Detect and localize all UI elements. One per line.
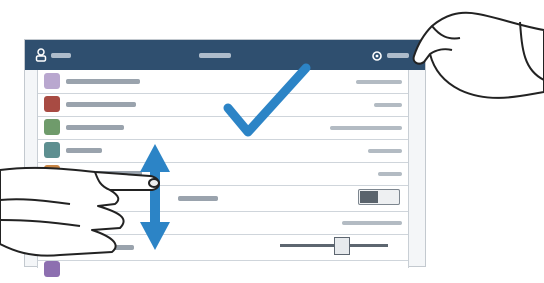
gesture-overlay	[0, 11, 544, 257]
swipe-arrow-icon	[140, 144, 170, 250]
checkmark-icon	[223, 63, 311, 137]
hand-swipe-icon	[0, 166, 160, 257]
hand-tap-icon	[412, 11, 544, 99]
